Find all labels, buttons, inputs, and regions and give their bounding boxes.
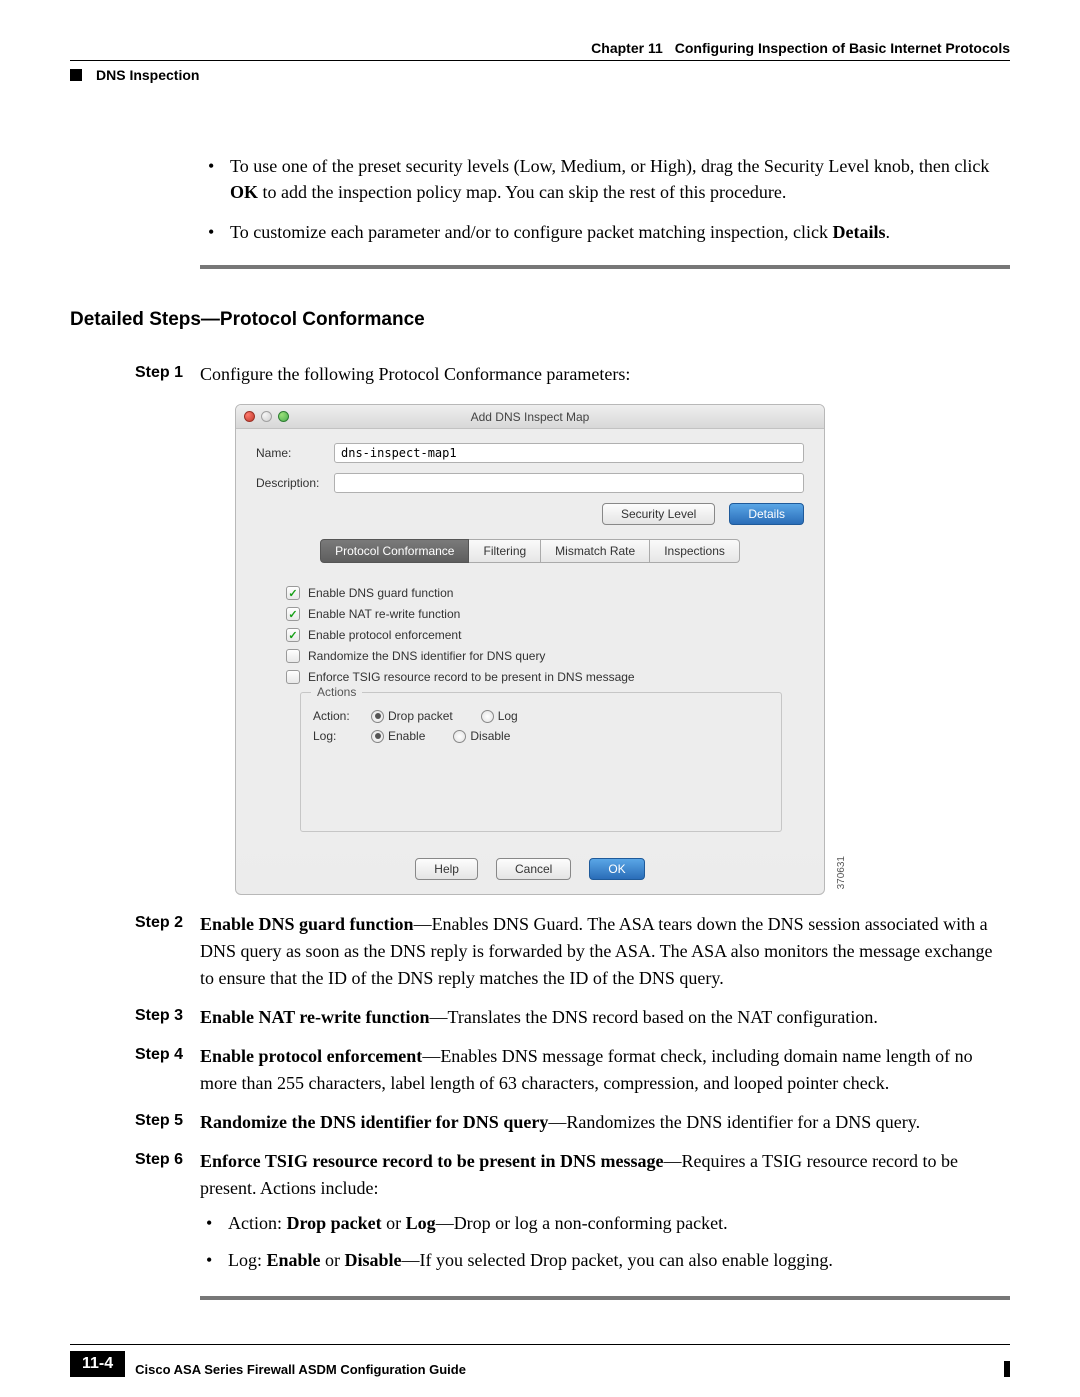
radio-icon[interactable] [453,730,466,743]
step-label: Step 1 [70,361,200,388]
name-label: Name: [256,446,334,460]
chapter-label: Chapter 11 [591,40,663,56]
checkbox-icon[interactable] [286,649,300,663]
image-id: 370631 [836,856,847,889]
security-level-button[interactable]: Security Level [602,503,715,525]
tab-mismatch-rate[interactable]: Mismatch Rate [541,539,650,563]
checkbox-icon[interactable] [286,628,300,642]
list-item: To customize each parameter and/or to co… [230,219,1010,245]
cancel-button[interactable]: Cancel [496,858,571,880]
step-label: Step 5 [70,1109,200,1136]
dialog-screenshot: Add DNS Inspect Map Name: Description: S… [235,404,825,895]
step-body: Configure the following Protocol Conform… [200,361,1010,388]
step-body: Enable NAT re-write function—Translates … [200,1004,1010,1031]
step-label: Step 6 [70,1148,200,1284]
step-body: Randomize the DNS identifier for DNS que… [200,1109,1010,1136]
actions-fieldset: Actions Action: Drop packet Log Log: Ena… [300,692,782,832]
checkbox-row: Enable NAT re-write function [286,607,804,621]
page-footer: 11-4 Cisco ASA Series Firewall ASDM Conf… [70,1344,1010,1377]
running-header: Chapter 11 Configuring Inspection of Bas… [70,40,1010,61]
guide-title: Cisco ASA Series Firewall ASDM Configura… [135,1362,466,1377]
dialog-title: Add DNS Inspect Map [236,410,824,424]
tab-bar: Protocol Conformance Filtering Mismatch … [256,539,804,563]
tab-inspections[interactable]: Inspections [650,539,740,563]
checkbox-row: Enable DNS guard function [286,586,804,600]
list-item: To use one of the preset security levels… [230,153,1010,205]
intro-bullet-list: To use one of the preset security levels… [70,153,1010,245]
list-item: Log: Enable or Disable—If you selected D… [228,1247,1010,1274]
section-marker-icon [70,69,82,81]
divider [200,1296,1010,1300]
step-label: Step 2 [70,911,200,992]
step-label: Step 4 [70,1043,200,1097]
step-label: Step 3 [70,1004,200,1031]
step-body: Enable DNS guard function—Enables DNS Gu… [200,911,1010,992]
name-input[interactable] [334,443,804,463]
action-label: Action: [313,709,361,723]
tab-filtering[interactable]: Filtering [469,539,541,563]
tab-protocol-conformance[interactable]: Protocol Conformance [320,539,469,563]
page-number: 11-4 [70,1351,125,1377]
checkbox-row: Randomize the DNS identifier for DNS que… [286,649,804,663]
section-heading: Detailed Steps—Protocol Conformance [70,309,1010,331]
description-input[interactable] [334,473,804,493]
checkbox-row: Enable protocol enforcement [286,628,804,642]
radio-icon[interactable] [481,710,494,723]
description-label: Description: [256,476,334,490]
checkbox-icon[interactable] [286,586,300,600]
details-button[interactable]: Details [729,503,804,525]
fieldset-legend: Actions [311,685,362,699]
step-body: Enable protocol enforcement—Enables DNS … [200,1043,1010,1097]
divider [200,265,1010,269]
dialog-titlebar: Add DNS Inspect Map [236,405,824,429]
radio-icon[interactable] [371,710,384,723]
radio-icon[interactable] [371,730,384,743]
chapter-title: Configuring Inspection of Basic Internet… [675,40,1010,56]
step-body: Enforce TSIG resource record to be prese… [200,1148,1010,1284]
checkbox-row: Enforce TSIG resource record to be prese… [286,670,804,684]
list-item: Action: Drop packet or Log—Drop or log a… [228,1210,1010,1237]
help-button[interactable]: Help [415,858,478,880]
log-label: Log: [313,729,361,743]
checkbox-icon[interactable] [286,607,300,621]
ok-button[interactable]: OK [589,858,644,880]
end-mark-icon [1004,1361,1010,1377]
section-name: DNS Inspection [96,67,199,83]
checkbox-icon[interactable] [286,670,300,684]
